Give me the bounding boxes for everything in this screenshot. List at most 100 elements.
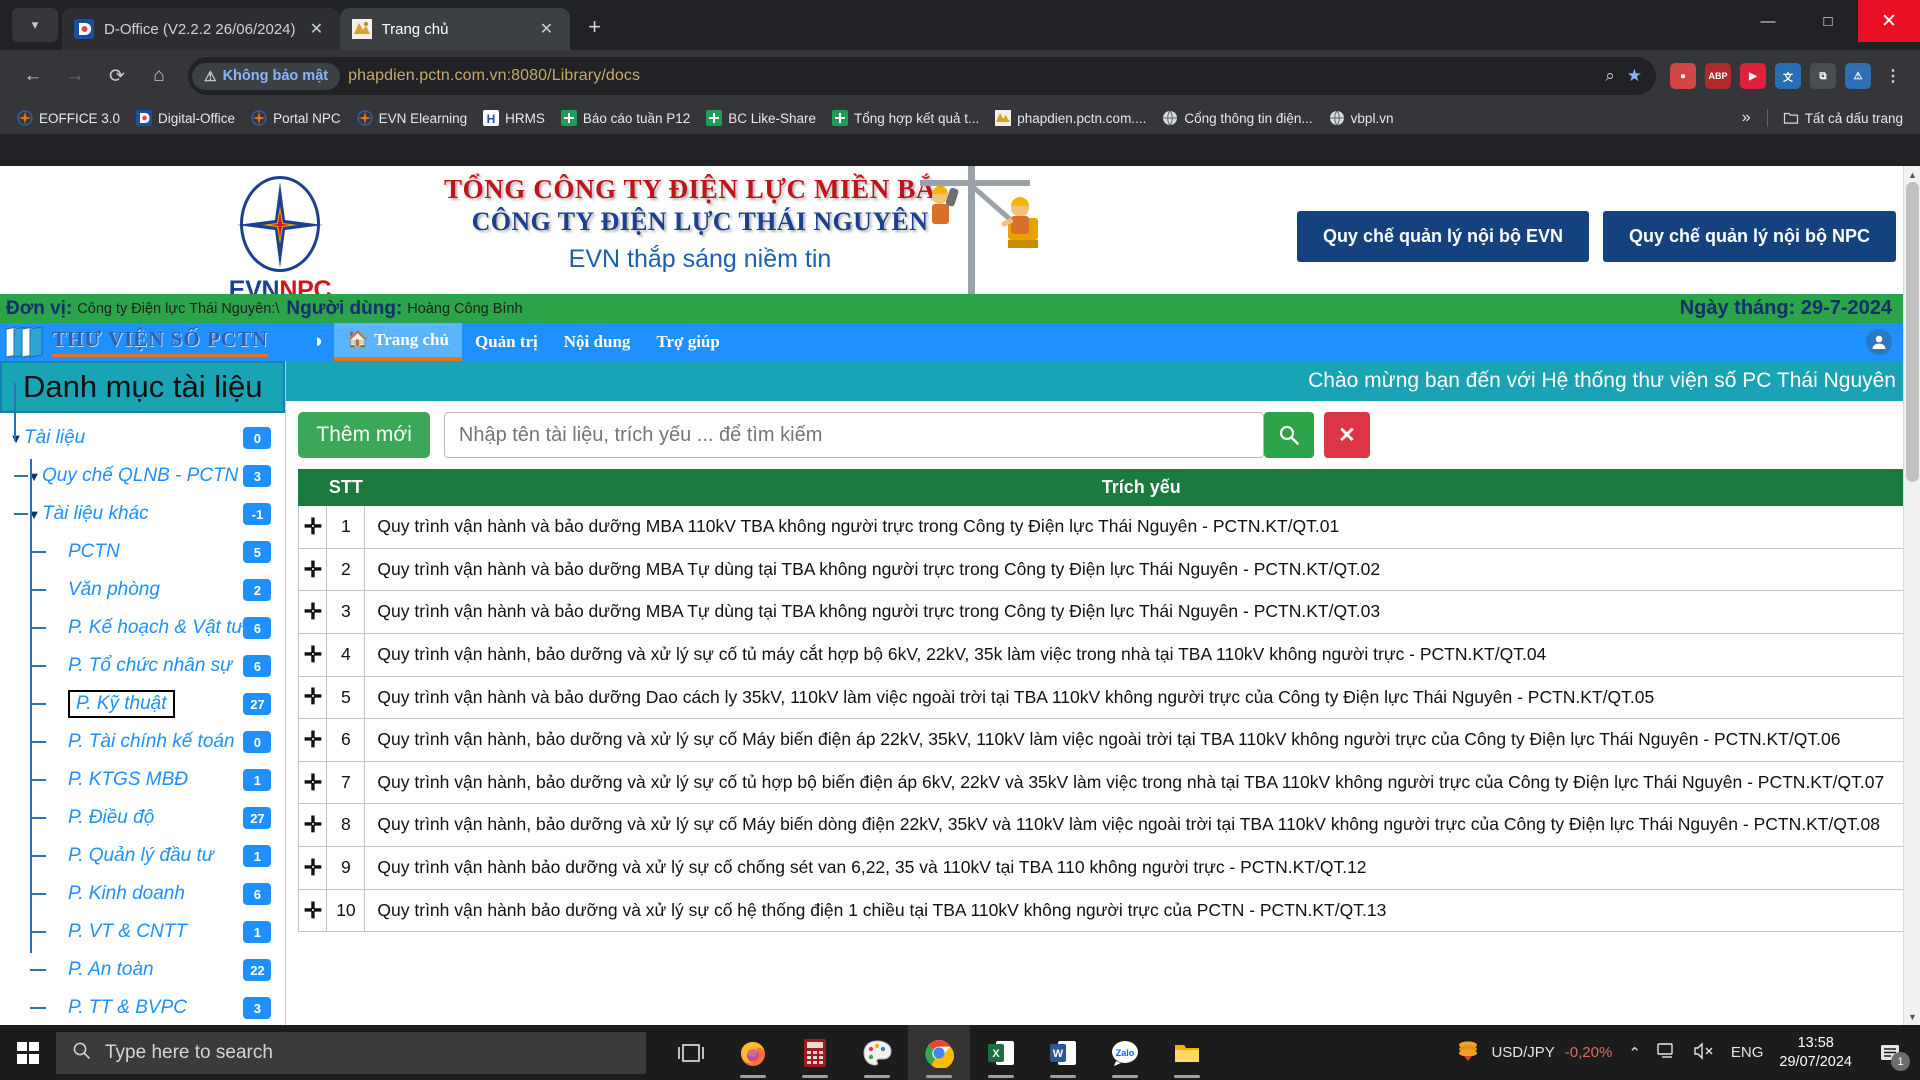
close-window-button[interactable]: ✕ <box>1858 0 1920 42</box>
browser-menu-icon[interactable]: ⋮ <box>1880 63 1906 89</box>
add-new-button[interactable]: Thêm mới <box>298 412 430 458</box>
row-summary[interactable]: Quy trình vận hành và bảo dưỡng Dao cách… <box>364 675 1918 720</box>
back-icon[interactable]: ← <box>14 57 52 95</box>
show-hidden-icons-chevron[interactable]: ⌃ <box>1628 1044 1641 1062</box>
chrome-icon[interactable] <box>908 1025 970 1080</box>
expand-row-icon[interactable]: ✛ <box>298 505 328 549</box>
bookmark-item[interactable]: H HRMS <box>476 106 552 130</box>
bookmark-item[interactable]: Cổng thông tin điện... <box>1155 106 1319 130</box>
abp-extension-icon[interactable]: ABP <box>1705 63 1731 89</box>
task-view-icon[interactable] <box>660 1025 722 1080</box>
scroll-down-icon[interactable]: ▼ <box>1904 1008 1920 1025</box>
sidebar-item-9[interactable]: P. KTGS MBĐ 1 <box>0 761 285 799</box>
bookmark-item[interactable]: Tổng hợp kết quả t... <box>825 106 986 130</box>
table-row[interactable]: ✛ 3 Quy trình vận hành và bảo dưỡng MBA Tự… <box>298 590 1918 634</box>
toggle-sidebar-icon[interactable]: ◑ <box>300 331 334 353</box>
nav-item-trang-chu[interactable]: 🏠 Trang chủ <box>334 323 462 361</box>
notification-center-icon[interactable]: 1 <box>1868 1025 1912 1080</box>
browser-tab-2[interactable]: Trang chủ ✕ <box>339 8 570 50</box>
table-row[interactable]: ✛ 6 Quy trình vận hành, bảo dưỡng và xử lý… <box>298 718 1918 762</box>
profile-warning-icon[interactable]: ⚠ <box>1845 63 1871 89</box>
calculator-icon[interactable] <box>784 1025 846 1080</box>
excel-icon[interactable]: X <box>970 1025 1032 1080</box>
sidebar-item-label[interactable]: P. An toàn <box>68 959 154 981</box>
taskbar-clock[interactable]: 13:58 29/07/2024 <box>1779 1034 1852 1070</box>
search-input[interactable] <box>458 423 1249 447</box>
home-icon[interactable]: ⌂ <box>140 57 178 95</box>
nav-item-tro-giup[interactable]: Trợ giúp <box>643 325 732 359</box>
sidebar-item-8[interactable]: P. Tài chính kế toán 0 <box>0 723 285 761</box>
clear-search-button[interactable]: ✕ <box>1323 412 1370 458</box>
puzzle-extension-icon[interactable]: ⧉ <box>1810 63 1836 89</box>
row-summary[interactable]: Quy trình vận hành bảo dưỡng và xử lý sự… <box>364 846 1918 890</box>
row-summary[interactable]: Quy trình vận hành và bảo dưỡng MBA Tự d… <box>364 547 1918 592</box>
sidebar-item-label[interactable]: P. Kế hoạch & Vật tư <box>68 617 243 639</box>
sidebar-item-label[interactable]: Tài liệu <box>24 427 85 449</box>
expand-row-icon[interactable]: ✛ <box>298 547 328 592</box>
sidebar-item-15[interactable]: P. TT & BVPC 3 <box>0 989 285 1025</box>
stock-ticker[interactable]: USD/JPY -0,20% <box>1455 1039 1612 1067</box>
bookmark-star-icon[interactable]: ★ <box>1627 66 1642 86</box>
bookmark-item[interactable]: Digital-Office <box>129 106 242 130</box>
bookmark-item[interactable]: Portal NPC <box>244 106 348 130</box>
sidebar-item-3[interactable]: PCTN 5 <box>0 533 285 571</box>
paint-icon[interactable] <box>846 1025 908 1080</box>
sidebar-item-label[interactable]: Quy chế QLNB - PCTN <box>42 465 238 487</box>
scrollbar-thumb[interactable] <box>1906 182 1919 482</box>
sidebar-item-1[interactable]: ▼ Quy chế QLNB - PCTN 3 <box>0 457 285 495</box>
site-brand[interactable]: THƯ VIỆN SỐ PCTN <box>0 325 300 359</box>
chevron-down-icon[interactable]: ▼ <box>8 431 24 446</box>
close-tab-1-icon[interactable]: ✕ <box>306 18 328 40</box>
row-summary[interactable]: Quy trình vận hành và bảo dưỡng MBA 110k… <box>364 505 1918 549</box>
user-avatar-icon[interactable] <box>1866 329 1892 355</box>
scroll-up-icon[interactable]: ▲ <box>1904 166 1920 183</box>
bookmark-item[interactable]: vbpl.vn <box>1322 106 1401 130</box>
table-row[interactable]: ✛ 9 Quy trình vận hành bảo dưỡng và xử lý … <box>298 846 1918 890</box>
bookmark-item[interactable]: EVN Elearning <box>350 106 475 130</box>
expand-row-icon[interactable]: ✛ <box>298 888 328 933</box>
expand-row-icon[interactable]: ✛ <box>298 590 328 634</box>
row-summary[interactable]: Quy trình vận hành bảo dưỡng và xử lý sự… <box>364 888 1918 933</box>
network-icon[interactable] <box>1657 1042 1677 1064</box>
row-summary[interactable]: Quy trình vận hành, bảo dưỡng và xử lý s… <box>364 718 1918 762</box>
bookmark-item[interactable]: phapdien.pctn.com.... <box>988 106 1153 130</box>
chevron-down-icon[interactable]: ▼ <box>26 507 42 522</box>
chevron-down-icon[interactable]: ▼ <box>26 469 42 484</box>
sidebar-item-label[interactable]: Tài liệu khác <box>42 503 149 525</box>
sidebar-item-label[interactable]: P. KTGS MBĐ <box>68 769 188 791</box>
shield-extension-icon[interactable]: ● <box>1670 63 1696 89</box>
sidebar-item-label[interactable]: P. Kỹ thuật <box>68 690 175 718</box>
nav-item-quan-tri[interactable]: Quản trị <box>462 325 551 359</box>
expand-row-icon[interactable]: ✛ <box>298 718 328 762</box>
zalo-icon[interactable]: Zalo <box>1094 1025 1156 1080</box>
expand-row-icon[interactable]: ✛ <box>298 846 328 890</box>
expand-row-icon[interactable]: ✛ <box>298 632 328 677</box>
sidebar-item-2[interactable]: ▼ Tài liệu khác -1 <box>0 495 285 533</box>
tab-search-chevron-icon[interactable]: ▾ <box>12 8 58 42</box>
qc-npc-button[interactable]: Quy chế quản lý nội bộ NPC <box>1602 211 1896 262</box>
search-button[interactable] <box>1263 412 1314 458</box>
bookmark-item[interactable]: EOFFICE 3.0 <box>10 106 127 130</box>
expand-row-icon[interactable]: ✛ <box>298 760 328 805</box>
nav-item-noi-dung[interactable]: Nội dung <box>551 325 644 359</box>
table-row[interactable]: ✛ 8 Quy trình vận hành, bảo dưỡng và xử lý… <box>298 803 1918 847</box>
sidebar-item-7[interactable]: P. Kỹ thuật 27 <box>0 685 285 723</box>
sidebar-item-13[interactable]: P. VT & CNTT 1 <box>0 913 285 951</box>
table-row[interactable]: ✛ 4 Quy trình vận hành, bảo dưỡng và xử lý… <box>298 632 1918 677</box>
address-bar[interactable]: ⚠ Không bảo mật phapdien.pctn.com.vn:808… <box>188 57 1656 95</box>
sidebar-item-5[interactable]: P. Kế hoạch & Vật tư 6 <box>0 609 285 647</box>
sidebar-item-14[interactable]: P. An toàn 22 <box>0 951 285 989</box>
sidebar-item-label[interactable]: PCTN <box>68 541 120 563</box>
sidebar-item-label[interactable]: P. Quản lý đầu tư <box>68 845 214 867</box>
translate-extension-icon[interactable]: 文 <box>1775 63 1801 89</box>
row-summary[interactable]: Quy trình vận hành, bảo dưỡng và xử lý s… <box>364 632 1918 677</box>
table-row[interactable]: ✛ 1 Quy trình vận hành và bảo dưỡng MBA 11… <box>298 505 1918 549</box>
reload-icon[interactable]: ⟳ <box>98 57 136 95</box>
sidebar-item-10[interactable]: P. Điều độ 27 <box>0 799 285 837</box>
sidebar-item-0[interactable]: ▼ Tài liệu 0 <box>0 419 285 457</box>
row-summary[interactable]: Quy trình vận hành, bảo dưỡng và xử lý s… <box>364 803 1918 847</box>
bookmarks-overflow-button[interactable]: » <box>1734 109 1759 127</box>
sidebar-item-label[interactable]: P. Tài chính kế toán <box>68 731 235 753</box>
table-row[interactable]: ✛ 10 Quy trình vận hành bảo dưỡng và xử lý… <box>298 888 1918 933</box>
row-summary[interactable]: Quy trình vận hành và bảo dưỡng MBA Tự d… <box>364 590 1918 634</box>
